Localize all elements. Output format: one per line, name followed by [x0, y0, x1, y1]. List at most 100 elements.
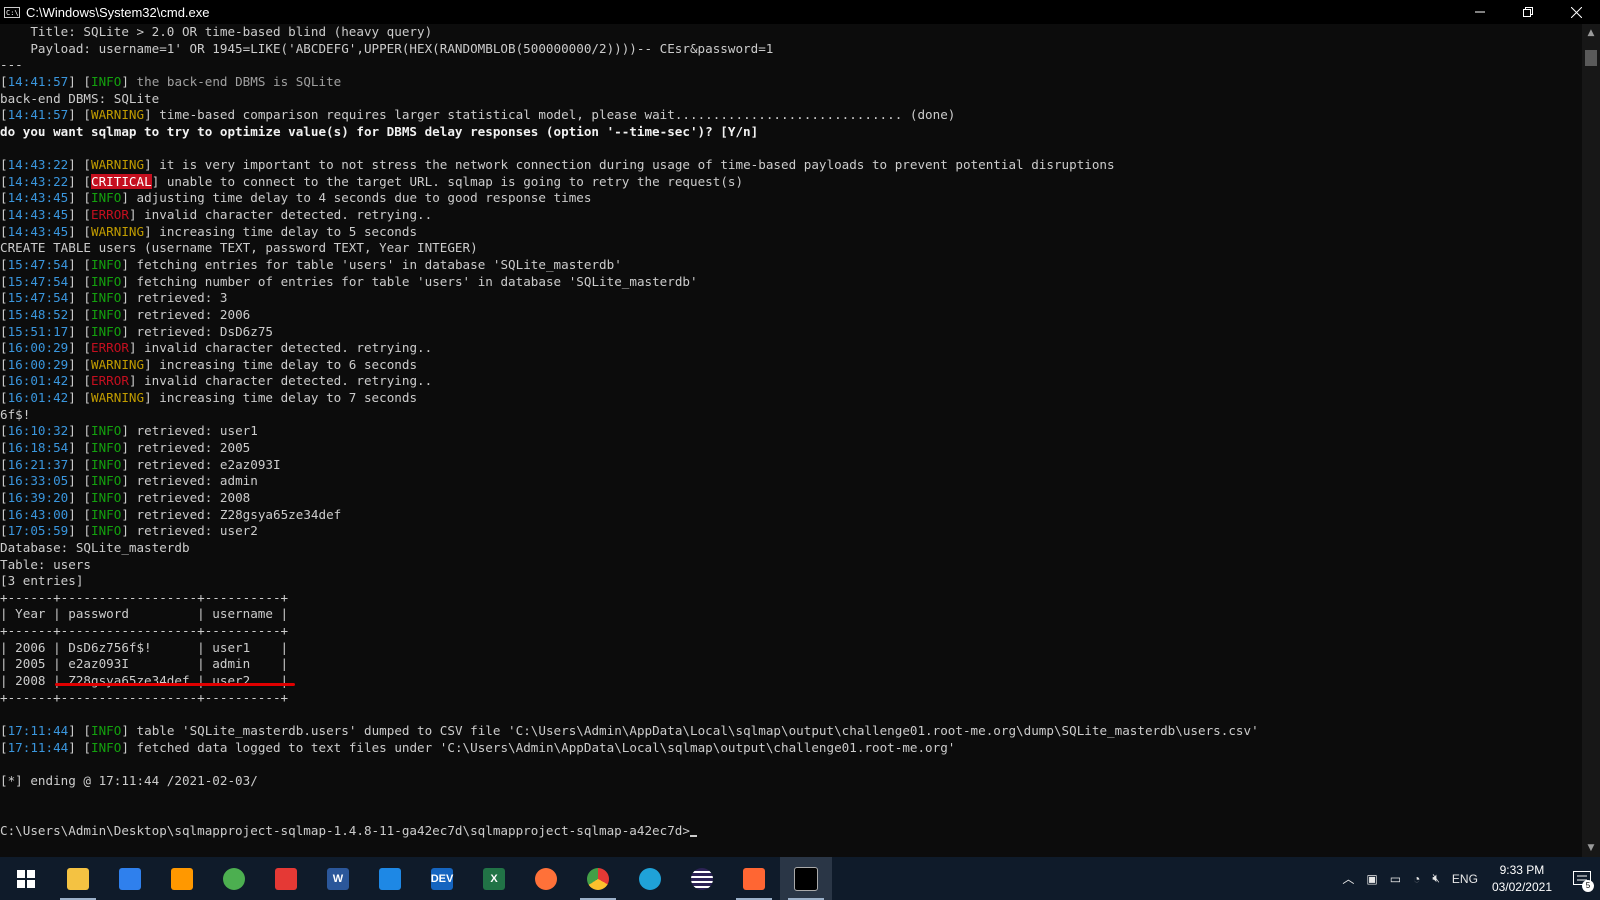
console-text: ] invalid character detected. retrying.. — [128, 373, 433, 389]
taskbar-remote-desktop[interactable] — [364, 857, 416, 900]
console-line: [15:48:52] [INFO] retrieved: 2006 — [0, 307, 1582, 324]
notification-center-button[interactable]: 5 — [1564, 857, 1600, 900]
console-line: [16:00:29] [WARNING] increasing time del… — [0, 357, 1582, 374]
restore-button[interactable] — [1504, 0, 1552, 24]
console-line: CREATE TABLE users (username TEXT, passw… — [0, 240, 1582, 257]
clock-time: 9:33 PM — [1499, 862, 1545, 877]
vertical-scrollbar[interactable]: ▲ ▼ — [1582, 24, 1600, 857]
console-line: [14:43:45] [WARNING] increasing time del… — [0, 224, 1582, 241]
console-line: Payload: username=1' OR 1945=LIKE('ABCDE… — [0, 41, 1582, 58]
log-level: INFO — [91, 489, 122, 505]
taskbar-chrome[interactable] — [572, 857, 624, 900]
console-line: [3 entries] — [0, 573, 1582, 590]
scroll-up-arrow-icon[interactable]: ▲ — [1586, 28, 1596, 38]
console-line: Database: SQLite_masterdb — [0, 540, 1582, 557]
log-level: WARNING — [91, 223, 145, 239]
timestamp: 14:43:45 — [7, 223, 69, 239]
console-text: ] retrieved: Z28gsya65ze34def — [121, 506, 342, 522]
speaker-muted-icon[interactable]: 🔇︎ — [1432, 871, 1440, 886]
log-level: INFO — [91, 523, 122, 539]
taskbar-excel[interactable]: X — [468, 857, 520, 900]
timestamp: 17:05:59 — [7, 523, 69, 539]
console-text: ] retrieved: user1 — [121, 423, 258, 439]
console-text: ] retrieved: 3 — [121, 290, 228, 306]
console-text: +------+------------------+----------+ — [0, 589, 289, 605]
console-text: [ — [0, 440, 8, 456]
meet-now-icon[interactable]: ▣ — [1366, 872, 1377, 886]
taskbar-visual-studio-code[interactable] — [104, 857, 156, 900]
console-text: [ — [0, 473, 8, 489]
console-text: [ — [0, 173, 8, 189]
excel-label: X — [490, 872, 498, 885]
console-text: [ — [0, 456, 8, 472]
console-text: [ — [0, 523, 8, 539]
console-text: ] [ — [68, 157, 92, 173]
console-text: ] retrieved: e2az093I — [121, 456, 281, 472]
battery-icon[interactable]: ▭ — [1390, 872, 1401, 886]
console-text: ] [ — [68, 73, 92, 89]
taskbar-burp-suite[interactable] — [728, 857, 780, 900]
taskbar-dev-cpp[interactable]: DEV — [416, 857, 468, 900]
taskbar-edge[interactable] — [624, 857, 676, 900]
chevron-up-icon[interactable]: ︿ — [1342, 870, 1354, 887]
console-text: ] [ — [68, 306, 92, 322]
console-text: [ — [0, 290, 8, 306]
taskbar-firefox[interactable] — [520, 857, 572, 900]
console-text: [ — [0, 340, 8, 356]
console-line: [16:43:00] [INFO] retrieved: Z28gsya65ze… — [0, 507, 1582, 524]
clock[interactable]: 9:33 PM 03/02/2021 — [1492, 862, 1552, 896]
taskbar-eclipse[interactable] — [676, 857, 728, 900]
console-text: [ — [0, 107, 8, 123]
log-level: INFO — [91, 423, 122, 439]
console-line: [14:43:22] [CRITICAL] unable to connect … — [0, 173, 1582, 191]
log-level: INFO — [91, 722, 122, 738]
console-output[interactable]: Title: SQLite > 2.0 OR time-based blind … — [0, 24, 1582, 857]
console-text: [ — [0, 207, 8, 223]
console-line: [15:47:54] [INFO] fetching number of ent… — [0, 274, 1582, 291]
console-text: ] retrieved: 2005 — [121, 440, 251, 456]
timestamp: 15:47:54 — [7, 273, 69, 289]
burp-icon — [743, 867, 765, 890]
timestamp: 14:43:45 — [7, 190, 69, 206]
scrollbar-thumb[interactable] — [1585, 50, 1597, 66]
taskbar-sublime-text[interactable] — [156, 857, 208, 900]
taskbar-command-prompt[interactable] — [780, 857, 832, 900]
word-label: W — [332, 872, 344, 885]
window-title: C:\Windows\System32\cmd.exe — [26, 4, 210, 20]
system-tray: ︿ ▣ ▭ ◔ 🔇︎ ENG 9:33 PM 03/02/2021 5 — [1336, 857, 1600, 900]
folder-icon — [67, 867, 89, 890]
close-button[interactable] — [1552, 0, 1600, 24]
taskbar-file-explorer[interactable] — [52, 857, 104, 900]
console-text: ] [ — [68, 523, 92, 539]
red-underline-annotation — [55, 683, 295, 686]
close-icon — [1570, 6, 1582, 18]
red-green-app-icon — [275, 867, 297, 890]
cmd-icon — [794, 866, 818, 891]
taskbar-app-red-green[interactable] — [260, 857, 312, 900]
console-text: 6f$! — [0, 406, 31, 422]
taskbar-start-button[interactable] — [0, 857, 52, 900]
taskbar-app-green[interactable] — [208, 857, 260, 900]
log-level: INFO — [91, 473, 122, 489]
console-text: [ — [0, 323, 8, 339]
timestamp: 15:48:52 — [7, 306, 69, 322]
console-line: C:\Users\Admin\Desktop\sqlmapproject-sql… — [0, 823, 1582, 840]
console-text: ] invalid character detected. retrying.. — [128, 340, 433, 356]
timestamp: 14:43:22 — [7, 173, 69, 189]
console-text: Database: SQLite_masterdb — [0, 539, 190, 555]
log-level: WARNING — [91, 356, 145, 372]
console-line: [14:43:45] [INFO] adjusting time delay t… — [0, 190, 1582, 207]
console-text: [ — [0, 273, 8, 289]
minimize-button[interactable] — [1456, 0, 1504, 24]
language-indicator[interactable]: ENG — [1452, 872, 1478, 886]
network-icon[interactable]: ◔ — [1413, 872, 1420, 886]
taskbar-word[interactable]: W — [312, 857, 364, 900]
console-text: [ — [0, 73, 8, 89]
console-text: ] [ — [68, 340, 92, 356]
console-line: [16:33:05] [INFO] retrieved: admin — [0, 473, 1582, 490]
console-text: do you want sqlmap to try to optimize va… — [0, 123, 759, 139]
timestamp: 14:43:45 — [7, 207, 69, 223]
excel-icon: X — [483, 867, 505, 890]
scroll-down-arrow-icon[interactable]: ▼ — [1586, 843, 1596, 853]
